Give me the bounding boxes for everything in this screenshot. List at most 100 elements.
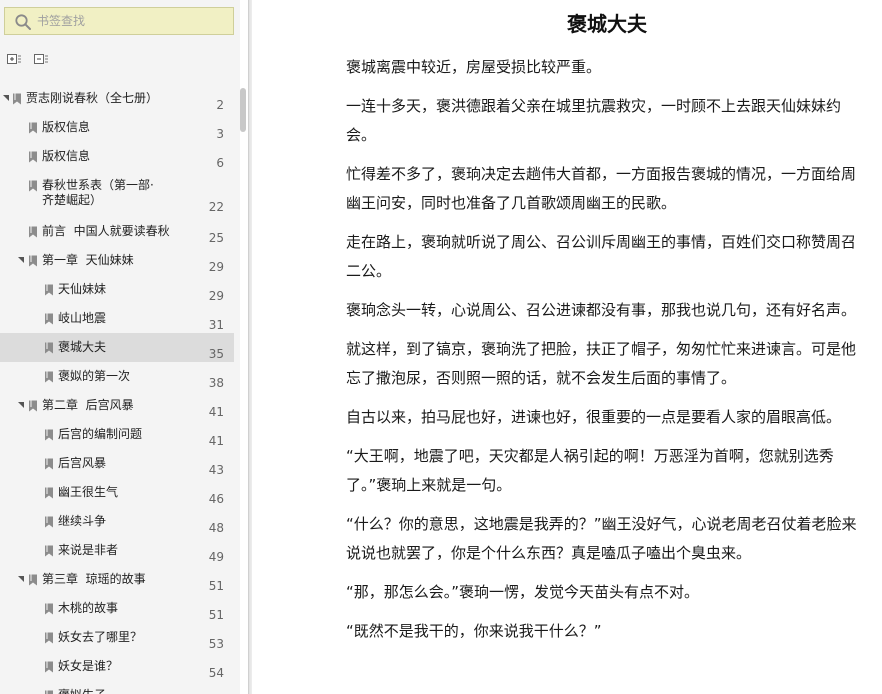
bookmark-icon [45,429,53,441]
content-paragraph: 一连十多天，褒洪德跟着父亲在城里抗震救灾，一时顾不上去跟天仙妹妹约会。 [346,97,842,144]
bookmark-icon [29,574,37,586]
bookmark-icon [45,516,53,528]
bookmark-icon [29,151,37,163]
content-paragraph: “那，那怎么会。”褒珦一愣，发觉今天苗头有点不对。 [346,583,700,601]
toc-page-number: 2 [216,98,224,112]
bookmark-icon [45,371,53,383]
toc-section-item[interactable]: 妖女是谁？ 54 [0,652,234,681]
bookmark-icon [29,180,37,192]
toc-item-label: 天仙妹妹 [58,282,107,296]
toc-item-label: 版权信息 [42,120,91,134]
reading-pane: 褒城大夫 褒城离震中较近，房屋受损比较严重。 一连十多天，褒洪德跟着父亲在城里抗震… [252,0,882,694]
toc-chapter-item[interactable]: 第三章 琼瑶的故事 51 [0,565,234,594]
content-paragraph: 忙得差不多了，褒珦决定去趟伟大首都，一方面报告褒城的情况，一方面给周幽王问安，同… [346,165,857,212]
bookmark-tree: 贾志刚说春秋（全七册） 2 版权信息 3 版权信息 6 春秋世系表（第一部· 齐楚崛起） 22… [0,84,240,694]
toc-item-label: 第一章 天仙妹妹 [42,253,134,267]
toc-chapter-item[interactable]: 版权信息 3 [0,113,234,142]
toc-chapter-item[interactable]: 春秋世系表（第一部· 齐楚崛起） 22 [0,171,234,215]
bookmark-search-box[interactable] [4,7,234,35]
chapter-title: 褒城大夫 [567,12,647,36]
toc-section-item[interactable]: 后宫风暴 43 [0,449,234,478]
content-paragraph: 走在路上，褒珦就听说了周公、召公训斥周幽王的事情，百姓们交口称赞周召二公。 [346,233,857,280]
bookmark-icon [45,284,53,296]
toc-page-number: 46 [208,492,224,506]
toc-item-label: 贾志刚说春秋（全七册） [26,91,159,105]
toc-page-number: 48 [208,521,224,535]
toc-section-item[interactable]: 岐山地震 31 [0,304,234,333]
toc-page-number: 25 [208,231,224,245]
toc-item-label: 第二章 后宫风暴 [42,398,134,412]
bookmark-search-input[interactable] [37,12,227,30]
toc-page-number: 35 [208,347,224,361]
bookmark-icon [29,226,37,238]
toc-section-item[interactable]: 褒城大夫 35 [0,333,234,362]
toc-chapter-item[interactable]: 版权信息 6 [0,142,234,171]
toc-page-number: 54 [208,666,224,680]
expand-arrow-icon[interactable] [18,576,24,582]
toc-page-number: 31 [208,318,224,332]
toc-page-number: 3 [216,127,224,141]
toc-item-label: 褒姒生子 [58,688,106,694]
chapter-content: 褒城离震中较近，房屋受损比较严重。 一连十多天，褒洪德跟着父亲在城里抗震救灾，一时… [346,53,860,656]
toc-item-label: 来说是非者 [58,543,119,557]
toc-item-label: 褒姒的第一次 [58,369,131,383]
expand-arrow-icon[interactable] [18,257,24,263]
collapse-all-icon[interactable] [33,51,49,67]
bookmark-icon [45,661,53,673]
toc-item-label: 妖女去了哪里？ [58,630,143,644]
toc-item-label: 褒城大夫 [58,340,107,354]
toc-item-label: 继续斗争 [58,514,107,528]
search-icon [15,14,31,30]
toc-chapter-item[interactable]: 第一章 天仙妹妹 29 [0,246,234,275]
toc-section-item[interactable]: 褒姒的第一次 38 [0,362,234,391]
toc-page-number: 41 [208,434,224,448]
toc-item-label: 春秋世系表（第一部· 齐楚崛起） [42,178,154,207]
toc-item-label: 后宫的编制问题 [58,427,143,441]
bookmark-icon [45,632,53,644]
toc-section-item[interactable]: 褒姒生子 [0,681,234,694]
toc-item-label: 前言 中国人就要读春秋 [42,224,170,238]
toc-chapter-item[interactable]: 第二章 后宫风暴 41 [0,391,234,420]
sidebar-scrollbar-thumb[interactable] [240,88,246,132]
content-paragraph: “大王啊，地震了吧，天灾都是人祸引起的啊！万恶淫为首啊，您就别选秀了。”褒珦上来… [346,447,834,494]
content-paragraph: “既然不是我干的，你来说我干什么？” [346,622,602,640]
expand-arrow-icon[interactable] [18,402,24,408]
toc-item-label: 第三章 琼瑶的故事 [42,572,146,586]
expand-arrow-icon[interactable] [3,95,9,101]
toc-chapter-item[interactable]: 前言 中国人就要读春秋 25 [0,217,234,246]
toc-page-number: 53 [208,637,224,651]
bookmark-icon [45,458,53,470]
bookmark-icon [29,400,37,412]
toc-section-item[interactable]: 继续斗争 48 [0,507,234,536]
bookmark-icon [29,255,37,267]
bookmark-icon [45,690,53,694]
toc-section-item[interactable]: 来说是非者 49 [0,536,234,565]
toc-section-item[interactable]: 妖女去了哪里？ 53 [0,623,234,652]
toc-section-item[interactable]: 幽王很生气 46 [0,478,234,507]
bookmark-icon [45,603,53,615]
toc-page-number: 51 [208,579,224,593]
toc-page-number: 29 [208,289,224,303]
bookmark-icon [45,342,53,354]
toc-item-label: 后宫风暴 [58,456,107,470]
toc-item-label: 木桃的故事 [58,601,119,615]
toc-book-root[interactable]: 贾志刚说春秋（全七册） 2 [0,84,234,113]
toc-item-label: 岐山地震 [58,311,107,325]
toc-section-item[interactable]: 木桃的故事 51 [0,594,234,623]
bookmark-icon [45,487,53,499]
toc-section-item[interactable]: 天仙妹妹 29 [0,275,234,304]
toc-page-number: 51 [208,608,224,622]
toc-page-number: 49 [208,550,224,564]
content-paragraph: “什么？你的意思，这地震是我弄的？”幽王没好气，心说老周老召仗着老脸来说说也就罢… [346,515,857,562]
bookmark-icon [13,93,21,105]
toc-page-number: 22 [208,200,224,214]
expand-all-icon[interactable] [6,51,22,67]
bookmark-sidebar: 贾志刚说春秋（全七册） 2 版权信息 3 版权信息 6 春秋世系表（第一部· 齐楚崛起） 22… [0,0,240,694]
content-paragraph: 自古以来，拍马屁也好，进谏也好，很重要的一点是要看人家的眉眼高低。 [346,408,842,426]
toc-page-number: 41 [208,405,224,419]
toc-section-item[interactable]: 后宫的编制问题 41 [0,420,234,449]
bookmark-icon [45,545,53,557]
bookmark-icon [45,313,53,325]
sidebar-scrollbar[interactable] [238,84,247,694]
content-paragraph: 就这样，到了镐京，褒珦洗了把脸，扶正了帽子，匆匆忙忙来进谏言。可是他忘了撒泡尿，… [346,340,857,387]
